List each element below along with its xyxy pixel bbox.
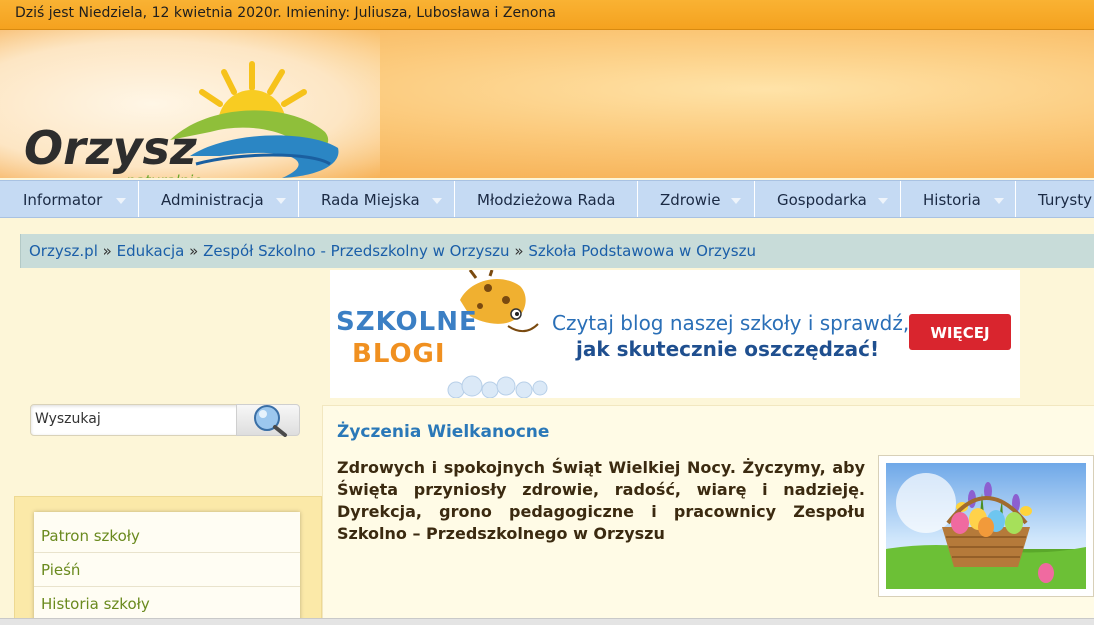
sidebar-menu: Patron szkoły Pieśń Historia szkoły <box>34 512 300 625</box>
nav-item-gospodarka[interactable]: Gospodarka <box>755 181 901 217</box>
chevron-down-icon <box>994 198 1004 204</box>
breadcrumb-link-edukacja[interactable]: Edukacja <box>117 242 185 260</box>
chevron-down-icon <box>276 198 286 204</box>
breadcrumb-separator: » <box>102 242 112 260</box>
main-nav: Informator Administracja Rada Miejska Mł… <box>0 180 1094 218</box>
search-form <box>30 404 300 437</box>
nav-item-informator[interactable]: Informator <box>0 181 139 217</box>
chevron-down-icon <box>116 198 126 204</box>
article-body: Zdrowych i spokojnych Świąt Wielkiej Noc… <box>337 458 865 543</box>
bubbles-icon <box>447 375 548 398</box>
nav-item-zdrowie[interactable]: Zdrowie <box>638 181 755 217</box>
article-title[interactable]: Życzenia Wielkanocne <box>337 422 549 442</box>
nav-item-mlodziezowa-rada[interactable]: Młodzieżowa Rada <box>455 181 638 217</box>
banner-text-line1: Czytaj blog naszej szkoły i sprawdź, <box>552 311 909 335</box>
search-icon <box>254 405 287 437</box>
search-box <box>30 404 240 436</box>
chevron-down-icon <box>432 198 442 204</box>
logo-wordmark: Orzysz <box>24 121 197 175</box>
school-blogs-banner[interactable]: SZKOLNE BLOGI Czytaj blog naszej szkoły … <box>330 270 1020 398</box>
search-button[interactable] <box>236 404 300 437</box>
sidebar-item-piesn[interactable]: Pieśń <box>34 553 300 587</box>
chevron-down-icon <box>731 198 741 204</box>
logo-tagline: naturalnie <box>126 172 203 178</box>
nav-item-turystyka[interactable]: Turysty <box>1016 181 1094 217</box>
nav-item-administracja[interactable]: Administracja <box>139 181 299 217</box>
breadcrumb-separator: » <box>189 242 199 260</box>
breadcrumb-link-home[interactable]: Orzysz.pl <box>29 242 98 260</box>
nav-item-rada-miejska[interactable]: Rada Miejska <box>299 181 455 217</box>
chevron-down-icon <box>878 198 888 204</box>
horizontal-scrollbar[interactable] <box>0 618 1094 625</box>
search-input[interactable] <box>35 411 235 427</box>
breadcrumb-link-zespol[interactable]: Zespół Szkolno - Przedszkolny w Orzyszu <box>203 242 509 260</box>
easter-basket-picture <box>886 463 1086 589</box>
breadcrumb-link-szkola[interactable]: Szkoła Podstawowa w Orzyszu <box>528 242 756 260</box>
easter-basket-image[interactable] <box>878 455 1094 597</box>
banner-brand-line2: BLOGI <box>352 339 446 369</box>
banner-more-label: WIĘCEJ <box>930 324 989 342</box>
breadcrumb: Orzysz.pl » Edukacja » Zespół Szkolno - … <box>20 234 1094 268</box>
banner-brand-line1: SZKOLNE <box>336 307 478 337</box>
article: Życzenia Wielkanocne Zdrowych i spokojny… <box>322 405 1094 625</box>
date-bar: Dziś jest Niedziela, 12 kwietnia 2020r. … <box>0 0 1094 30</box>
orzysz-logo[interactable]: Orzysz naturalnie <box>20 60 350 178</box>
sidebar-item-historia[interactable]: Historia szkoły <box>34 587 300 621</box>
date-names-text: Dziś jest Niedziela, 12 kwietnia 2020r. … <box>15 5 556 21</box>
banner-graphic: SZKOLNE BLOGI Czytaj blog naszej szkoły … <box>336 270 1011 398</box>
site-header: Orzysz naturalnie <box>0 30 1094 178</box>
nav-item-historia[interactable]: Historia <box>901 181 1016 217</box>
breadcrumb-separator: » <box>514 242 524 260</box>
sidebar-item-patron[interactable]: Patron szkoły <box>34 519 300 553</box>
banner-text-line2: jak skutecznie oszczędzać! <box>575 337 879 361</box>
